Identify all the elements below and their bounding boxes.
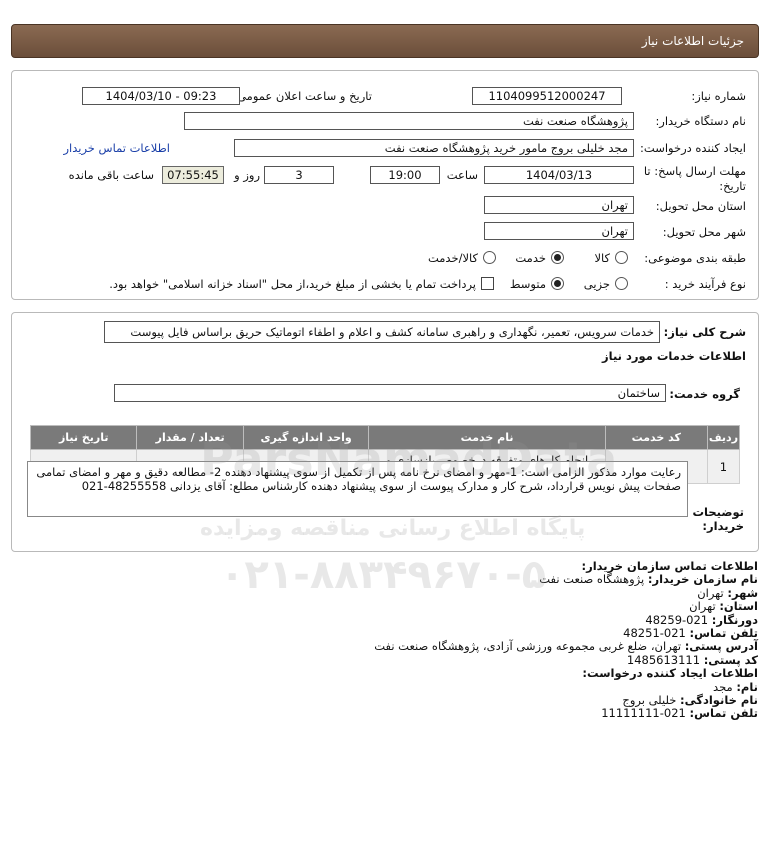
contact-province: تهران [689, 599, 716, 614]
deadline-time-field: 19:00 [370, 166, 440, 184]
contact-address-row: آدرس پستی: تهران، ضلع غربی مجموعه ورزشی … [18, 640, 758, 653]
contact-fax-label: دورنگار: [711, 612, 758, 627]
category-goods-label: کالا [594, 251, 610, 265]
buyer-org-field: پژوهشگاه صنعت نفت [184, 112, 634, 130]
remaining-time-field: 07:55:45 [162, 166, 224, 184]
creator-phone-row: تلفن تماس: 021-11111111 [18, 707, 758, 720]
buyer-desc-label: توضیحات خریدار: [692, 505, 745, 533]
contact-city: تهران [697, 585, 724, 600]
contact-address-label: آدرس پستی: [684, 639, 758, 654]
creator-name-row: نام: مجد [18, 679, 758, 694]
service-group-label: گروه خدمت: [669, 387, 740, 401]
province-field: تهران [484, 196, 634, 214]
contact-postal-label: کد پستی: [703, 652, 758, 667]
buyer-org-label: نام دستگاه خریدار: [655, 114, 746, 128]
process-medium-radio[interactable] [551, 277, 564, 290]
process-label: نوع فرآیند خرید : [664, 277, 746, 291]
col-row: ردیف [706, 425, 741, 450]
creator-family-row: نام خانوادگی: خلیلی بروج [18, 693, 758, 708]
contact-heading-row: اطلاعات تماس سازمان خریدار: [18, 559, 758, 573]
treasury-payment-checkbox[interactable] [481, 277, 494, 290]
col-qty: تعداد / مقدار [136, 425, 244, 450]
category-both-label: کالا/خدمت [427, 251, 478, 265]
process-minor-radio[interactable] [615, 277, 628, 290]
contact-province-label: استان: [719, 599, 758, 614]
category-service-radio[interactable] [551, 251, 564, 264]
contact-city-label: شهر: [727, 585, 758, 600]
process-minor-label: جزیی [583, 277, 610, 291]
creator-label: ایجاد کننده درخواست: [640, 141, 746, 155]
announce-field: 1404/03/10 - 09:23 [82, 87, 240, 105]
creator-phone-label: تلفن تماس: [689, 706, 758, 721]
days-label: روز و [234, 168, 260, 182]
contact-phone-label: تلفن تماس: [689, 626, 758, 641]
contact-address: تهران، ضلع غربی مجموعه ورزشی آزادی، پژوه… [374, 639, 682, 654]
buyer-contact-link[interactable]: اطلاعات تماس خریدار [63, 141, 170, 155]
remaining-label: ساعت باقی مانده [68, 168, 154, 182]
page-title-bar: جزئیات اطلاعات نیاز [11, 24, 759, 58]
contact-org: پژوهشگاه صنعت نفت [539, 572, 645, 587]
creator-family-label: نام خانوادگی: [680, 693, 758, 708]
services-heading: اطلاعات خدمات مورد نیاز [602, 349, 746, 363]
contact-heading: اطلاعات تماس سازمان خریدار: [581, 559, 758, 573]
contact-city-row: شهر: تهران [18, 585, 758, 600]
need-details-panel: شرح کلی نیاز: خدمات سرویس، تعمیر، نگهدار… [11, 312, 759, 552]
col-name: نام خدمت [368, 425, 606, 450]
announce-label: تاریخ و ساعت اعلان عمومی: [233, 89, 372, 103]
creator-name-label: نام: [736, 679, 758, 694]
category-both-radio[interactable] [483, 251, 496, 264]
city-label: شهر محل تحویل: [662, 225, 746, 239]
contact-phone-row: تلفن تماس: 021-48251 [18, 626, 758, 641]
summary-label: شرح کلی نیاز: [663, 325, 746, 339]
process-medium-label: متوسط [509, 277, 546, 291]
col-code: کد خدمت [604, 425, 708, 450]
contact-info: اطلاعات تماس سازمان خریدار: نام سازمان خ… [18, 559, 758, 721]
deadline-time-label: ساعت [446, 168, 478, 182]
services-table-header: ردیف کد خدمت نام خدمت واحد اندازه گیری ت… [29, 425, 741, 450]
days-field: 3 [264, 166, 334, 184]
summary-field: خدمات سرویس، تعمیر، نگهداری و راهبری سام… [104, 321, 660, 343]
contact-postal-row: کد پستی: 1485613111 [18, 652, 758, 667]
service-group-field: ساختمان [114, 384, 666, 402]
contact-org-row: نام سازمان خریدار: پژوهشگاه صنعت نفت [18, 573, 758, 586]
creator-family: خلیلی بروج [622, 693, 677, 708]
contact-postal: 1485613111 [626, 652, 701, 667]
payment-note: پرداخت تمام یا بخشی از مبلغ خرید،از محل … [109, 277, 476, 291]
col-unit: واحد اندازه گیری [242, 425, 370, 450]
creator-heading: اطلاعات ایجاد کننده درخواست: [582, 666, 758, 681]
category-service-label: خدمت [515, 251, 546, 265]
creator-field: مجد خلیلی بروج مامور خرید پژوهشگاه صنعت … [234, 139, 634, 157]
city-field: تهران [484, 222, 634, 240]
creator-name: مجد [713, 679, 733, 694]
need-number-field: 1104099512000247 [472, 87, 622, 105]
buyer-desc-field: رعایت موارد مذکور الزامی است: 1-مهر و ام… [27, 461, 688, 517]
deadline-label: مهلت ارسال پاسخ: تا [643, 164, 746, 178]
contact-org-label: نام سازمان خریدار: [647, 572, 758, 587]
deadline-date-label: تاریخ: [719, 179, 746, 193]
creator-phone: 021-11111111 [601, 706, 686, 721]
need-info-panel: شماره نیاز: 1104099512000247 تاریخ و ساع… [11, 70, 759, 300]
category-goods-radio[interactable] [615, 251, 628, 264]
col-date: تاریخ نیاز [29, 425, 138, 450]
need-number-label: شماره نیاز: [691, 89, 746, 103]
page-title: جزئیات اطلاعات نیاز [641, 34, 744, 48]
contact-province-row: استان: تهران [18, 600, 758, 613]
contact-fax-row: دورنگار: 021-48259 [18, 612, 758, 627]
contact-phone: 021-48251 [623, 626, 686, 641]
creator-heading-row: اطلاعات ایجاد کننده درخواست: [18, 667, 758, 680]
contact-fax: 021-48259 [645, 612, 709, 627]
cell-row: 1 [706, 449, 741, 484]
deadline-date-field: 1404/03/13 [484, 166, 634, 184]
category-label: طبقه بندی موضوعی: [644, 251, 746, 265]
province-label: استان محل تحویل: [655, 199, 746, 213]
